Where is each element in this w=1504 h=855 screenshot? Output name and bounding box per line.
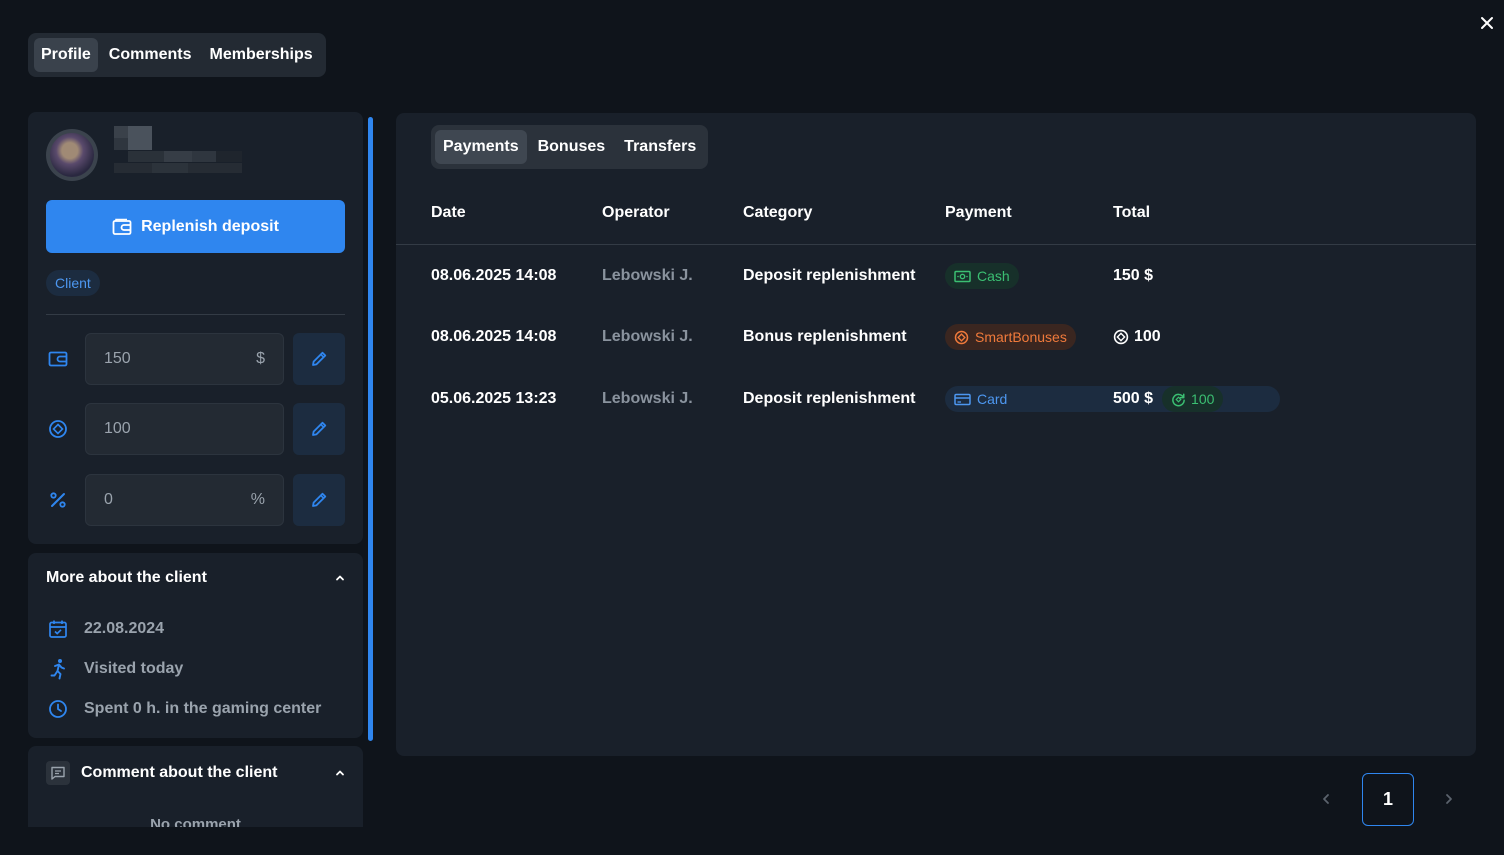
chevron-up-icon — [336, 770, 344, 776]
column-header-total[interactable]: Total — [1113, 204, 1150, 222]
comment-icon — [46, 761, 70, 785]
comment-card: Comment about the client No comment — [28, 746, 363, 827]
history-panel: Payments Bonuses Transfers Date Operator… — [396, 113, 1476, 756]
history-tab-bar: Payments Bonuses Transfers — [431, 125, 709, 169]
row-category: Bonus replenishment — [743, 328, 907, 345]
visited-text: Visited today — [84, 660, 184, 677]
column-header-operator[interactable]: Operator — [602, 204, 670, 222]
pencil-icon — [312, 421, 327, 436]
wallet-icon — [46, 347, 70, 371]
time-spent-row: Spent 0 h. in the gaming center — [46, 697, 321, 721]
page-number-current[interactable]: 1 — [1362, 773, 1414, 826]
deposit-unit: $ — [256, 350, 265, 367]
card-icon — [954, 393, 971, 405]
clock-icon — [46, 697, 70, 721]
top-tab-bar: Profile Comments Memberships — [28, 33, 326, 77]
payment-method: Cash — [977, 268, 1010, 284]
row-date: 08.06.2025 14:08 — [431, 328, 557, 345]
row-total: 500 $ 100 — [1113, 379, 1224, 419]
chevron-up-icon — [336, 575, 344, 581]
replenish-deposit-button[interactable]: Replenish deposit — [46, 200, 345, 253]
tab-comments[interactable]: Comments — [102, 38, 199, 72]
table-row[interactable]: 08.06.2025 14:08 Lebowski J. Deposit rep… — [396, 256, 1476, 296]
bonus-field-row: 100 — [46, 403, 345, 455]
row-date: 08.06.2025 14:08 — [431, 267, 557, 284]
running-person-icon — [46, 657, 70, 681]
tab-payments[interactable]: Payments — [435, 130, 527, 164]
payment-method: Card — [977, 391, 1008, 407]
row-category: Deposit replenishment — [743, 267, 916, 284]
client-sidebar: Replenish deposit Client 150 $ 100 0 % M… — [28, 112, 363, 827]
edit-deposit-button[interactable] — [293, 333, 345, 385]
bonus-coin-icon — [1113, 329, 1129, 345]
bonus-return-icon — [1172, 393, 1185, 406]
row-operator: Lebowski J. — [602, 267, 693, 284]
row-category: Deposit replenishment — [743, 390, 916, 407]
registration-date: 22.08.2024 — [84, 620, 165, 637]
role-badge: Client — [46, 270, 100, 296]
sidebar-scrollbar[interactable] — [368, 117, 373, 741]
comment-header[interactable]: Comment about the client — [46, 759, 345, 787]
pencil-icon — [312, 351, 327, 366]
tab-bonuses[interactable]: Bonuses — [530, 130, 614, 164]
replenish-deposit-label: Replenish deposit — [141, 217, 279, 235]
no-comment-text: No comment — [150, 816, 241, 827]
more-about-client-header[interactable]: More about the client — [46, 567, 345, 589]
payment-badge: SmartBonuses — [945, 324, 1076, 350]
chevron-left-icon[interactable] — [1316, 788, 1336, 810]
table-header-divider — [396, 244, 1476, 245]
row-total-value: 100 — [1134, 328, 1161, 345]
row-date: 05.06.2025 13:23 — [431, 390, 557, 407]
discount-value: 0 — [104, 491, 113, 508]
row-payment: SmartBonuses — [945, 317, 1076, 357]
tab-transfers[interactable]: Transfers — [616, 130, 704, 164]
registration-date-row: 22.08.2024 — [46, 617, 164, 641]
bonus-chip: 100 — [1162, 386, 1224, 412]
visited-row: Visited today — [46, 657, 183, 681]
bonus-coin-icon — [46, 417, 70, 441]
payment-method: SmartBonuses — [975, 329, 1067, 345]
payment-badge: Cash — [945, 263, 1019, 289]
discount-unit: % — [250, 491, 265, 508]
edit-discount-button[interactable] — [293, 474, 345, 526]
cash-icon — [954, 270, 971, 282]
table-row[interactable]: 05.06.2025 13:23 Lebowski J. Deposit rep… — [396, 379, 1476, 419]
row-operator: Lebowski J. — [602, 328, 693, 345]
row-total: 150 $ — [1113, 267, 1154, 284]
avatar — [46, 129, 98, 181]
bonus-chip-value: 100 — [1191, 391, 1215, 407]
wallet-icon — [112, 218, 132, 235]
chevron-right-icon[interactable] — [1439, 788, 1459, 810]
deposit-field-row: 150 $ — [46, 333, 345, 385]
divider — [46, 314, 345, 315]
tab-memberships[interactable]: Memberships — [202, 38, 319, 72]
column-header-date[interactable]: Date — [431, 204, 466, 222]
discount-field-row: 0 % — [46, 474, 345, 526]
percent-icon — [46, 488, 70, 512]
row-total-value: 500 $ — [1113, 390, 1154, 407]
row-payment: Cash — [945, 256, 1019, 296]
column-header-category[interactable]: Category — [743, 204, 812, 222]
deposit-value: 150 — [104, 350, 131, 367]
row-operator: Lebowski J. — [602, 390, 693, 407]
time-spent-text: Spent 0 h. in the gaming center — [84, 700, 322, 717]
profile-card: Replenish deposit Client 150 $ 100 0 % — [28, 112, 363, 544]
bonus-value: 100 — [104, 420, 131, 437]
column-header-payment[interactable]: Payment — [945, 204, 1012, 222]
row-total: 100 — [1113, 317, 1161, 357]
pencil-icon — [312, 492, 327, 507]
more-about-client-card: More about the client 22.08.2024 Visited… — [28, 553, 363, 738]
smartbonus-icon — [954, 330, 969, 344]
edit-bonus-button[interactable] — [293, 403, 345, 455]
bonus-input[interactable]: 100 — [85, 403, 284, 455]
close-icon[interactable] — [1476, 12, 1498, 34]
discount-input[interactable]: 0 % — [85, 474, 284, 526]
tab-profile[interactable]: Profile — [34, 38, 98, 72]
more-about-client-title: More about the client — [46, 569, 207, 586]
table-row[interactable]: 08.06.2025 14:08 Lebowski J. Bonus reple… — [396, 317, 1476, 357]
comment-title: Comment about the client — [81, 764, 278, 781]
calendar-check-icon — [46, 617, 70, 641]
deposit-input[interactable]: 150 $ — [85, 333, 284, 385]
